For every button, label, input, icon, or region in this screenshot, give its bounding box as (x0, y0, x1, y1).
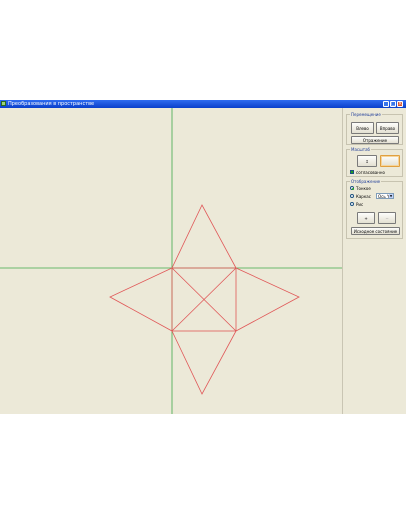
scale-up-button[interactable] (380, 155, 400, 167)
display-group-label: Отображение (350, 179, 382, 184)
app-window: Преобразования в пространстве _ □ × Пере… (0, 100, 406, 414)
move-group: Перемещение Влево Вправо Отражение (346, 112, 403, 145)
add-button[interactable]: + (357, 212, 375, 224)
figure-svg (0, 108, 342, 414)
display-option-3-radio[interactable] (350, 202, 354, 206)
app-icon (1, 101, 6, 106)
drawing-canvas[interactable] (0, 108, 343, 414)
display-option-1-label: Тонкое (356, 185, 371, 191)
display-option-3-label: Рис (356, 201, 364, 207)
reflect-button[interactable]: Отражение (351, 136, 399, 144)
display-option-2-label: Каркас (356, 193, 371, 199)
move-left-button[interactable]: Влево (351, 122, 374, 134)
display-group: Отображение Тонкое Каркас Ось Y ▼ Рис + … (346, 179, 403, 239)
pyramid-face-left (109, 267, 173, 332)
pyramid-face-bottom (171, 330, 237, 395)
maximize-button[interactable]: □ (390, 101, 396, 107)
display-option-1-radio[interactable] (350, 186, 354, 190)
minimize-button[interactable]: _ (383, 101, 389, 107)
axis-select-value: Ось Y (378, 194, 390, 199)
close-button[interactable]: × (397, 101, 403, 107)
pyramid-face-top (171, 204, 237, 269)
scale-group-label: Масштаб (350, 147, 372, 152)
pyramid-face-right (235, 267, 300, 332)
scale-group: Масштаб ↕ согласованно (346, 147, 403, 177)
move-group-label: Перемещение (350, 112, 382, 117)
chevron-down-icon[interactable]: ▼ (389, 194, 393, 198)
remove-button[interactable]: − (378, 212, 396, 224)
control-panel: Перемещение Влево Вправо Отражение Масшт… (343, 108, 406, 414)
proportional-checkbox[interactable] (350, 170, 354, 174)
scale-down-button[interactable]: ↕ (357, 155, 377, 167)
window-title: Преобразования в пространстве (8, 101, 95, 107)
title-bar: Преобразования в пространстве _ □ × (0, 100, 406, 108)
axis-select[interactable]: Ось Y ▼ (376, 193, 394, 199)
proportional-label: согласованно (356, 169, 385, 175)
move-right-button[interactable]: Вправо (376, 122, 399, 134)
display-option-2-radio[interactable] (350, 194, 354, 198)
reset-button[interactable]: Исходное состояние (351, 227, 400, 235)
